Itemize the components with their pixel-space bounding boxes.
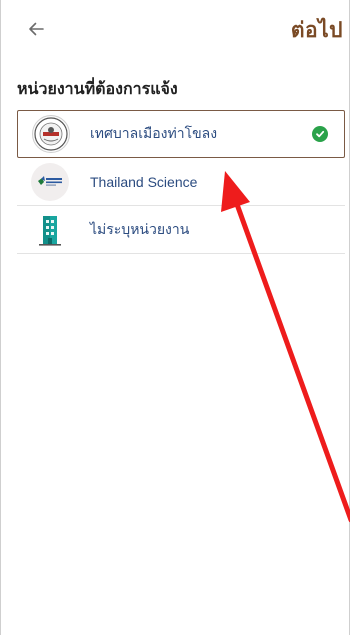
- organization-label: Thailand Science: [90, 173, 198, 190]
- organization-item-thailand-science[interactable]: Thailand Science: [17, 158, 345, 206]
- building-icon: [31, 211, 69, 249]
- check-icon: [312, 126, 328, 142]
- municipality-seal-logo: [32, 115, 70, 153]
- organization-label: เทศบาลเมืองท่าโขลง: [90, 125, 218, 141]
- organization-list: เทศบาลเมืองท่าโขลง Thailand Science ไม่ร…: [17, 110, 345, 254]
- organization-item-municipality[interactable]: เทศบาลเมืองท่าโขลง: [17, 110, 345, 158]
- organization-item-unspecified[interactable]: ไม่ระบุหน่วยงาน: [17, 206, 345, 254]
- section-title: หน่วยงานที่ต้องการแจ้ง: [17, 79, 178, 98]
- arrow-left-icon: [29, 22, 44, 36]
- organization-label: ไม่ระบุหน่วยงาน: [90, 220, 190, 237]
- top-bar: ต่อไป: [1, 0, 350, 60]
- app-screen: ต่อไป หน่วยงานที่ต้องการแจ้ง เทศบาลเมือง…: [0, 0, 350, 635]
- back-button[interactable]: [23, 16, 49, 42]
- next-button[interactable]: ต่อไป: [291, 14, 343, 47]
- thailand-science-park-logo: [31, 162, 69, 201]
